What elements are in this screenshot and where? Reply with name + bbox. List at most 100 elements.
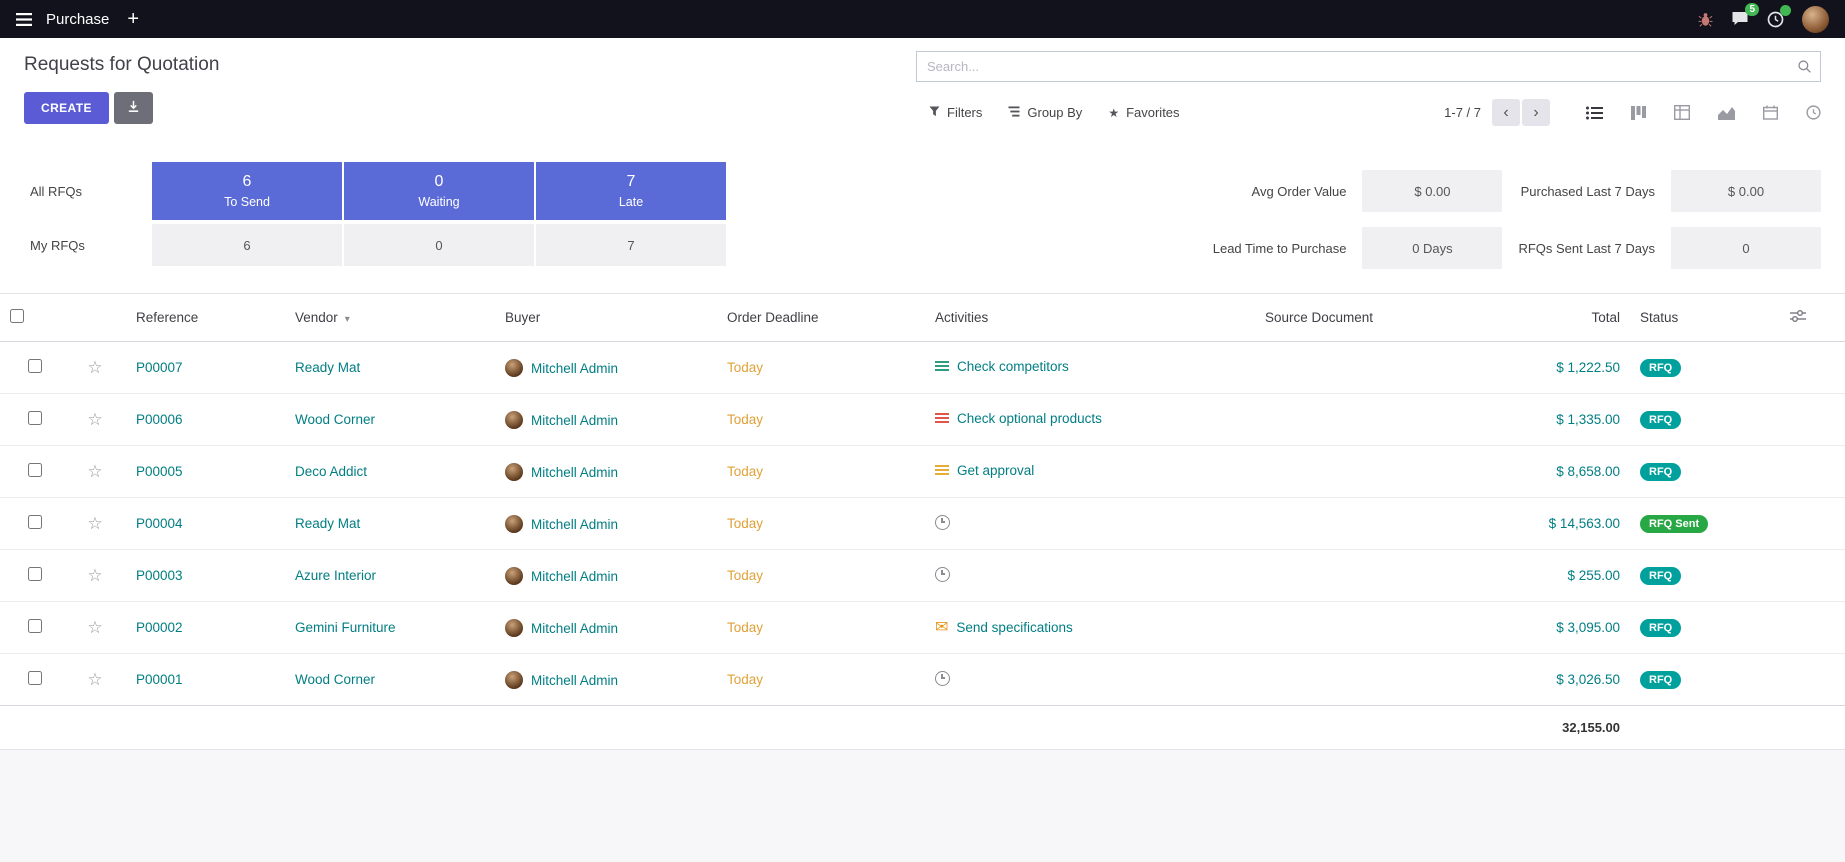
table-row[interactable]: ☆ P00005 Deco Addict Mitchell Admin Toda… (0, 446, 1845, 498)
activity-widget[interactable]: Check optional products (935, 411, 1102, 426)
activity-widget[interactable]: Send specifications (935, 620, 1073, 636)
row-checkbox[interactable] (28, 515, 42, 529)
favorite-star-icon[interactable]: ☆ (87, 410, 102, 429)
column-header-activities[interactable]: Activities (925, 294, 1255, 342)
activity-widget[interactable]: Get approval (935, 463, 1034, 478)
search-icon[interactable] (1797, 59, 1812, 79)
column-header-vendor[interactable]: Vendor▾ (285, 294, 495, 342)
row-checkbox[interactable] (28, 463, 42, 477)
column-header-total[interactable]: Total (1485, 294, 1630, 342)
activity-widget[interactable]: Check competitors (935, 359, 1069, 374)
column-header-source-document[interactable]: Source Document (1255, 294, 1485, 342)
table-row[interactable]: ☆ P00007 Ready Mat Mitchell Admin Today … (0, 342, 1845, 394)
vendor-cell: Gemini Furniture (285, 602, 495, 654)
table-row[interactable]: ☆ P00003 Azure Interior Mitchell Admin T… (0, 550, 1845, 602)
favorite-star-icon[interactable]: ☆ (87, 670, 102, 689)
row-checkbox[interactable] (28, 671, 42, 685)
vendor-link[interactable]: Gemini Furniture (295, 620, 396, 635)
user-avatar[interactable] (1802, 6, 1829, 33)
footer-cell (1780, 706, 1845, 750)
buyer-link[interactable]: Mitchell Admin (531, 361, 618, 376)
table-row[interactable]: ☆ P00002 Gemini Furniture Mitchell Admin… (0, 602, 1845, 654)
reference-link[interactable]: P00005 (136, 464, 183, 479)
buyer-link[interactable]: Mitchell Admin (531, 465, 618, 480)
pivot-view-button[interactable] (1674, 105, 1690, 120)
kanban-view-button[interactable] (1631, 106, 1646, 120)
activities-cell: Get approval (925, 446, 1255, 498)
debug-icon[interactable] (1698, 12, 1713, 27)
table-row[interactable]: ☆ P00004 Ready Mat Mitchell Admin Today … (0, 498, 1845, 550)
favorite-star-icon[interactable]: ☆ (87, 358, 102, 377)
activities-icon[interactable] (1767, 11, 1784, 28)
pager-next-button[interactable]: › (1522, 99, 1550, 126)
reference-link[interactable]: P00006 (136, 412, 183, 427)
favorite-star-icon[interactable]: ☆ (87, 618, 102, 637)
list-view-button[interactable] (1586, 106, 1603, 120)
buyer-link[interactable]: Mitchell Admin (531, 413, 618, 428)
pager-previous-button[interactable]: ‹ (1492, 99, 1520, 126)
total-cell: $ 1,222.50 (1485, 342, 1630, 394)
row-checkbox[interactable] (28, 359, 42, 373)
activities-badge (1780, 5, 1791, 16)
filters-button[interactable]: Filters (916, 99, 995, 126)
tile-to-send-my[interactable]: 6 (152, 224, 342, 266)
graph-view-button[interactable] (1718, 106, 1735, 120)
calendar-view-button[interactable] (1763, 105, 1778, 120)
activity-widget[interactable] (935, 515, 958, 530)
create-button[interactable]: CREATE (24, 92, 109, 124)
activity-widget[interactable] (935, 671, 958, 686)
tile-waiting-all[interactable]: 0 Waiting (344, 162, 534, 220)
favorite-star-icon[interactable]: ☆ (87, 566, 102, 585)
tile-to-send-all[interactable]: 6 To Send (152, 162, 342, 220)
reference-link[interactable]: P00001 (136, 672, 183, 687)
reference-cell: P00003 (120, 550, 285, 602)
activity-widget[interactable] (935, 567, 958, 582)
table-row[interactable]: ☆ P00006 Wood Corner Mitchell Admin Toda… (0, 394, 1845, 446)
buyer-link[interactable]: Mitchell Admin (531, 621, 618, 636)
export-button[interactable] (114, 92, 153, 124)
activity-view-button[interactable] (1806, 105, 1821, 120)
row-checkbox[interactable] (28, 619, 42, 633)
column-header-order-deadline[interactable]: Order Deadline (717, 294, 925, 342)
favorites-button[interactable]: ★ Favorites (1095, 99, 1192, 126)
reference-link[interactable]: P00007 (136, 360, 183, 375)
tile-late-my[interactable]: 7 (536, 224, 726, 266)
table-row[interactable]: ☆ P00001 Wood Corner Mitchell Admin Toda… (0, 654, 1845, 706)
buyer-link[interactable]: Mitchell Admin (531, 517, 618, 532)
vendor-cell: Ready Mat (285, 342, 495, 394)
source-document-cell (1255, 550, 1485, 602)
group-by-button[interactable]: Group By (995, 99, 1095, 126)
messages-icon[interactable]: 5 (1731, 11, 1749, 27)
row-checkbox[interactable] (28, 567, 42, 581)
reference-cell: P00006 (120, 394, 285, 446)
favorite-star-icon[interactable]: ☆ (87, 462, 102, 481)
reference-link[interactable]: P00004 (136, 516, 183, 531)
footer-cell (925, 706, 1255, 750)
vendor-link[interactable]: Deco Addict (295, 464, 367, 479)
vendor-link[interactable]: Wood Corner (295, 412, 375, 427)
reference-link[interactable]: P00002 (136, 620, 183, 635)
add-tab-icon[interactable]: + (127, 9, 139, 29)
vendor-link[interactable]: Ready Mat (295, 516, 360, 531)
vendor-link[interactable]: Ready Mat (295, 360, 360, 375)
column-header-reference[interactable]: Reference (120, 294, 285, 342)
row-end-cell (1780, 654, 1845, 706)
search-input[interactable] (916, 51, 1821, 82)
column-header-status[interactable]: Status (1630, 294, 1780, 342)
buyer-link[interactable]: Mitchell Admin (531, 569, 618, 584)
column-header-buyer[interactable]: Buyer (495, 294, 717, 342)
vendor-link[interactable]: Azure Interior (295, 568, 376, 583)
row-checkbox[interactable] (28, 411, 42, 425)
select-all-header[interactable] (0, 294, 70, 342)
optional-columns-header[interactable] (1780, 294, 1845, 342)
apps-menu-icon[interactable] (16, 13, 32, 26)
tile-late-all[interactable]: 7 Late (536, 162, 726, 220)
reference-link[interactable]: P00003 (136, 568, 183, 583)
app-name[interactable]: Purchase (46, 11, 109, 28)
select-all-checkbox[interactable] (10, 309, 24, 323)
vendor-link[interactable]: Wood Corner (295, 672, 375, 687)
vendor-cell: Deco Addict (285, 446, 495, 498)
tile-waiting-my[interactable]: 0 (344, 224, 534, 266)
buyer-link[interactable]: Mitchell Admin (531, 673, 618, 688)
favorite-star-icon[interactable]: ☆ (87, 514, 102, 533)
